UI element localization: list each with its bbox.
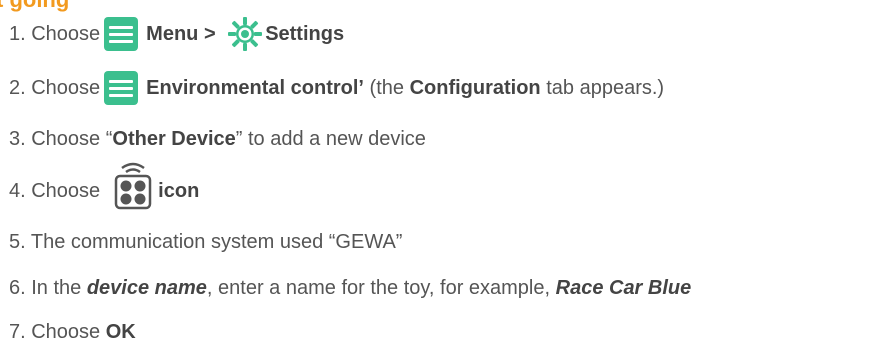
step-4: 4. Choose icon [9,162,200,211]
menu-hamburger-icon [104,71,139,105]
step-1-number: 1. Choose [9,22,101,45]
step-4-number: 4. Choose [9,179,101,202]
step-5: 5. The communication system used “GEWA” [9,222,402,262]
step-7-prefix: 7. Choose [9,320,106,343]
step-4-icon-label: icon [158,179,200,202]
step-6-prefix: 6. In the [9,276,87,299]
step-3: 3. Choose “ Other Device ” to add a new … [9,119,426,159]
step-2-config-label: Configuration [409,76,541,99]
step-2-paren-close: tab appears.) [540,76,665,99]
step-7-ok: OK [105,320,136,343]
step-6-example: Race Car Blue [555,276,692,299]
step-1-menu-label: Menu > [146,22,222,45]
step-3-rest: ” to add a new device [235,127,426,150]
step-3-number: 3. Choose “ [9,127,113,150]
remote-control-icon [114,162,152,210]
step-7: 7. Choose OK [9,312,136,349]
step-1-settings-label: Settings [265,22,345,45]
section-heading: t going [0,0,69,12]
step-2-env-label: Environmental control’ [146,76,364,99]
step-6: 6. In the device name , enter a name for… [9,268,691,308]
step-6-device-name: device name [86,276,207,299]
step-3-other-device: Other Device [112,127,236,150]
gear-icon [228,17,263,51]
step-5-text: 5. The communication system used “GEWA” [9,230,403,253]
step-2-paren-open: (the [363,76,410,99]
step-1: 1. Choose Menu > Settings [9,14,344,54]
step-2: 2. Choose Environmental control’ (the Co… [9,68,664,108]
menu-hamburger-icon [104,17,139,51]
step-2-number: 2. Choose [9,76,101,99]
step-6-middle: , enter a name for the toy, for example, [206,276,556,299]
